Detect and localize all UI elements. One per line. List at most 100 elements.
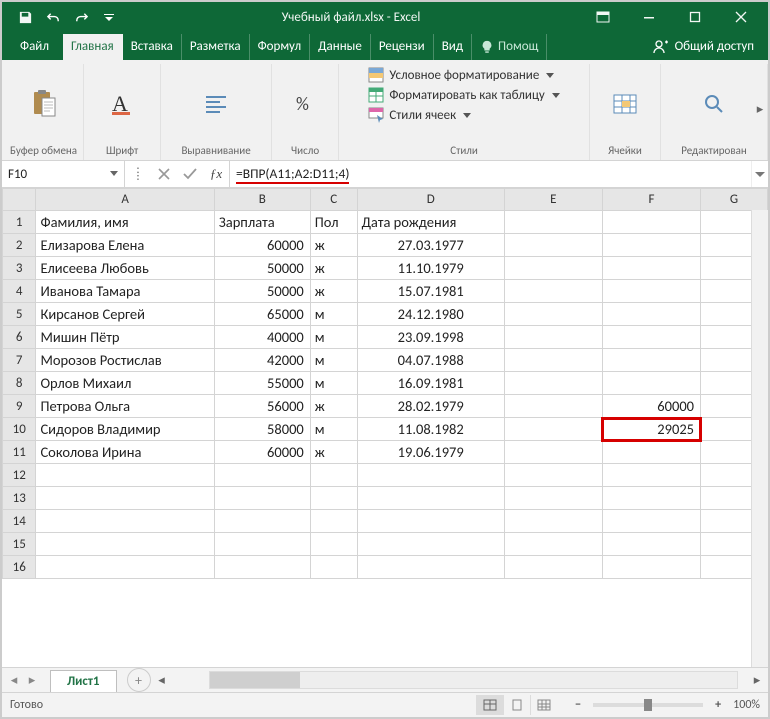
tab-view[interactable]: Вид	[434, 34, 472, 60]
cell[interactable]: 55000	[214, 372, 310, 395]
row-header[interactable]: 13	[3, 487, 36, 510]
cell[interactable]	[602, 510, 700, 533]
cell[interactable]	[504, 280, 602, 303]
cell[interactable]	[357, 510, 504, 533]
save-icon[interactable]	[12, 4, 38, 30]
view-page-layout-icon[interactable]	[503, 695, 530, 715]
cell[interactable]: ж	[310, 234, 357, 257]
zoom-slider[interactable]: − + 100%	[571, 698, 760, 712]
col-header[interactable]: A	[36, 189, 214, 211]
cell[interactable]	[214, 556, 310, 579]
tab-home[interactable]: Главная	[63, 34, 123, 60]
cell[interactable]: ж	[310, 441, 357, 464]
cell[interactable]	[602, 487, 700, 510]
cell[interactable]: 15.07.1981	[357, 280, 504, 303]
cell[interactable]: м	[310, 303, 357, 326]
cell[interactable]	[214, 510, 310, 533]
cell[interactable]	[310, 487, 357, 510]
cell[interactable]: м	[310, 326, 357, 349]
tab-layout[interactable]: Разметка	[182, 34, 250, 60]
cell[interactable]: м	[310, 418, 357, 441]
cell[interactable]: м	[310, 349, 357, 372]
cell[interactable]: 28.02.1979	[357, 395, 504, 418]
cell[interactable]	[602, 234, 700, 257]
cell-styles-button[interactable]: Стили ячеек	[364, 106, 563, 124]
cell[interactable]: Елисеева Любовь	[36, 257, 214, 280]
editing-button[interactable]	[667, 88, 761, 118]
sheet-tab[interactable]: Лист1	[50, 670, 117, 692]
cell[interactable]: Соколова Ирина	[36, 441, 214, 464]
cell[interactable]: Елизарова Елена	[36, 234, 214, 257]
view-normal-icon[interactable]	[476, 695, 503, 715]
cell[interactable]: 23.09.1998	[357, 326, 504, 349]
cell[interactable]: 27.03.1977	[357, 234, 504, 257]
view-page-break-icon[interactable]	[530, 695, 557, 715]
cell[interactable]: 56000	[214, 395, 310, 418]
cell[interactable]: 50000	[214, 280, 310, 303]
cell[interactable]: 11.08.1982	[357, 418, 504, 441]
share-button[interactable]: Общий доступ	[647, 38, 768, 60]
hscroll-right-icon[interactable]: ▸	[750, 673, 764, 687]
cell[interactable]	[214, 533, 310, 556]
new-sheet-button[interactable]: +	[127, 668, 151, 692]
grid[interactable]: A B C D E F G 1Фамилия, имяЗарплатаПолДа…	[2, 188, 768, 667]
cell[interactable]: Кирсанов Сергей	[36, 303, 214, 326]
cell[interactable]	[504, 556, 602, 579]
cell[interactable]	[504, 211, 602, 234]
cell[interactable]	[504, 326, 602, 349]
cell[interactable]	[504, 349, 602, 372]
col-header[interactable]: E	[504, 189, 602, 211]
cell[interactable]	[504, 303, 602, 326]
cell[interactable]	[504, 441, 602, 464]
cell[interactable]	[310, 510, 357, 533]
row-header[interactable]: 3	[3, 257, 36, 280]
formula-input[interactable]: =ВПР(A11;A2:D11;4)	[230, 161, 751, 187]
cell[interactable]: Зарплата	[214, 211, 310, 234]
tab-review[interactable]: Рецензи	[371, 34, 434, 60]
cell[interactable]: ж	[310, 257, 357, 280]
font-button[interactable]: A	[90, 88, 154, 118]
cell[interactable]	[602, 349, 700, 372]
cell[interactable]: 42000	[214, 349, 310, 372]
close-button[interactable]	[718, 2, 764, 32]
cell[interactable]: Петрова Ольга	[36, 395, 214, 418]
row-header[interactable]: 7	[3, 349, 36, 372]
tab-formulas[interactable]: Формул	[250, 34, 311, 60]
row-header[interactable]: 10	[3, 418, 36, 441]
row-header[interactable]: 15	[3, 533, 36, 556]
cell[interactable]	[214, 464, 310, 487]
cell[interactable]	[310, 464, 357, 487]
insert-function-button[interactable]: ƒx	[203, 166, 229, 182]
name-box[interactable]: F10	[2, 161, 125, 187]
cell[interactable]	[504, 533, 602, 556]
cell[interactable]: 60000	[214, 234, 310, 257]
cell[interactable]: 65000	[214, 303, 310, 326]
cell[interactable]: 04.07.1988	[357, 349, 504, 372]
cell[interactable]: Орлов Михаил	[36, 372, 214, 395]
row-header[interactable]: 12	[3, 464, 36, 487]
cell[interactable]	[357, 533, 504, 556]
tab-insert[interactable]: Вставка	[123, 34, 182, 60]
cell[interactable]	[310, 533, 357, 556]
cell[interactable]: Иванова Тамара	[36, 280, 214, 303]
cell[interactable]	[36, 464, 214, 487]
cell[interactable]: 60000	[602, 395, 700, 418]
cell[interactable]: Сидоров Владимир	[36, 418, 214, 441]
cell[interactable]	[36, 510, 214, 533]
row-header[interactable]: 4	[3, 280, 36, 303]
cell[interactable]	[357, 487, 504, 510]
cell[interactable]	[602, 556, 700, 579]
expand-formula-bar-icon[interactable]	[751, 161, 768, 187]
horizontal-scrollbar[interactable]	[209, 671, 738, 689]
cell[interactable]: Мишин Пётр	[36, 326, 214, 349]
undo-icon[interactable]	[40, 4, 66, 30]
row-header[interactable]: 8	[3, 372, 36, 395]
cell[interactable]	[504, 418, 602, 441]
cell[interactable]	[504, 395, 602, 418]
col-header[interactable]: G	[701, 189, 768, 211]
cell[interactable]	[36, 533, 214, 556]
row-header[interactable]: 1	[3, 211, 36, 234]
cell[interactable]	[357, 464, 504, 487]
cell[interactable]	[504, 510, 602, 533]
tab-file[interactable]: Файл	[6, 34, 63, 60]
